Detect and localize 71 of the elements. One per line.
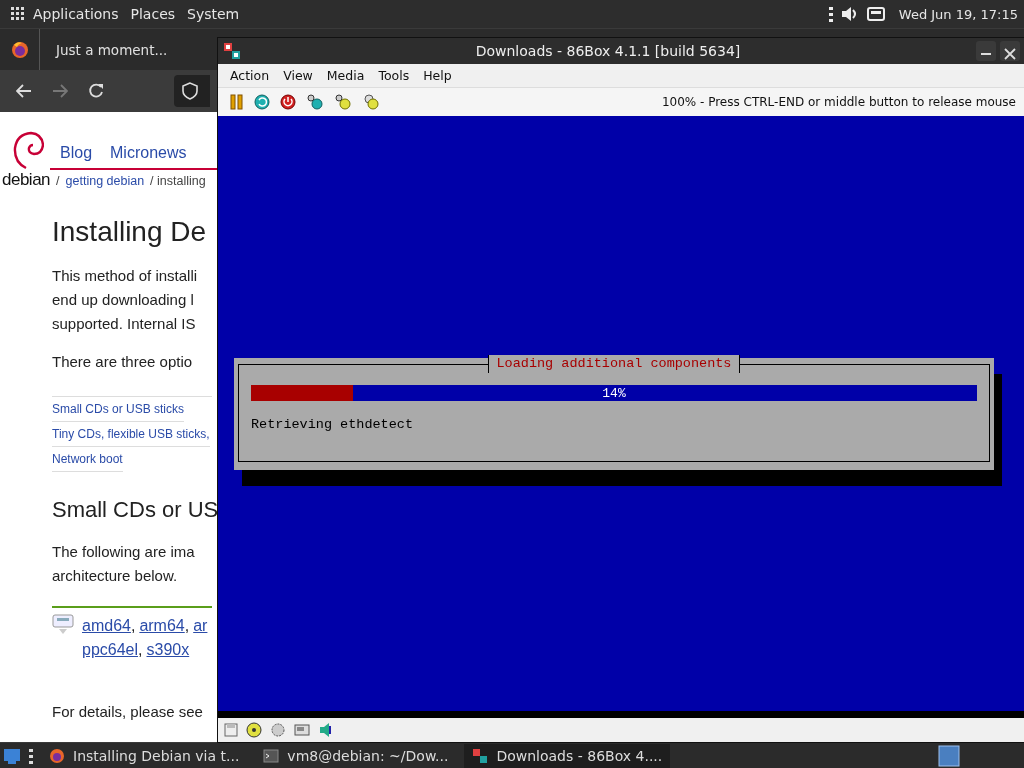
paragraph-line: This method of installi xyxy=(52,266,198,286)
close-icon xyxy=(1004,48,1016,60)
window-title: Downloads - 86Box 4.1.1 [build 5634] xyxy=(474,43,742,59)
volume-icon[interactable] xyxy=(840,6,859,22)
architecture-link[interactable]: amd64 xyxy=(82,617,131,634)
breadcrumb-link[interactable]: getting debian xyxy=(65,174,145,188)
menu-item[interactable]: Tools xyxy=(378,68,410,83)
apps-grid-icon[interactable] xyxy=(11,7,25,21)
taskbar-button[interactable]: Installing Debian via t... xyxy=(41,743,248,768)
status-message: 100% - Press CTRL-END or middle button to release mouse xyxy=(661,95,1016,109)
nav-link[interactable]: Micronews xyxy=(110,144,187,162)
address-bar[interactable] xyxy=(174,75,210,107)
panel-menu[interactable]: Places xyxy=(130,6,176,22)
toc-link[interactable]: Network boot xyxy=(52,447,123,472)
architecture-link[interactable]: ppc64el xyxy=(82,641,139,658)
paragraph-line: supported. Internal IS xyxy=(52,314,197,334)
firefox-icon xyxy=(49,747,65,764)
desktop-icon[interactable] xyxy=(3,747,21,764)
panel-menu[interactable]: Applications xyxy=(33,6,119,22)
panel-menu[interactable]: System xyxy=(187,6,240,22)
more-icon[interactable] xyxy=(29,747,33,764)
dialog-title: Loading additional components xyxy=(487,355,741,373)
minimize-button[interactable] xyxy=(976,41,996,61)
page-heading: Installing De xyxy=(52,215,207,249)
paragraph-line: The following are ima xyxy=(52,542,195,562)
breadcrumb-text: / installing xyxy=(150,174,206,188)
shield-icon[interactable] xyxy=(182,82,198,100)
speaker-icon[interactable] xyxy=(318,722,334,738)
clock[interactable]: Wed Jun 19, 17:15 xyxy=(898,6,1018,22)
paragraph: For details, please see xyxy=(52,702,203,722)
architecture-link[interactable]: s390x xyxy=(146,641,190,658)
more-icon[interactable] xyxy=(828,6,833,22)
architecture-link[interactable]: arm64 xyxy=(139,617,185,634)
terminal-icon xyxy=(263,747,280,764)
firefox-icon[interactable] xyxy=(11,40,29,59)
reload-icon[interactable] xyxy=(88,83,104,99)
paragraph-line: architecture below. xyxy=(52,566,179,586)
back-icon[interactable] xyxy=(16,84,32,98)
progress-reading: 14% xyxy=(602,385,626,401)
taskbar-button[interactable]: vm8@debian: ~/Dow... xyxy=(255,743,457,768)
section-heading: Small CDs or US xyxy=(52,496,219,524)
toc-link[interactable]: Tiny CDs, flexible USB sticks, xyxy=(52,422,210,447)
app-logo-icon xyxy=(472,747,489,764)
power-icon[interactable] xyxy=(280,94,296,110)
close-button[interactable] xyxy=(1000,41,1020,61)
cd-icon[interactable] xyxy=(246,722,262,738)
taskbar-button[interactable]: Downloads - 86Box 4.... xyxy=(464,743,671,768)
workspace-icon[interactable] xyxy=(938,744,960,767)
menu-item[interactable]: Media xyxy=(326,68,365,83)
browser-tab[interactable]: Just a moment... xyxy=(48,41,176,58)
menu-item[interactable]: Help xyxy=(423,68,452,83)
status-text: Retrieving ethdetect xyxy=(251,417,415,432)
menu-item[interactable]: Action xyxy=(230,68,270,83)
app-logo-icon[interactable] xyxy=(224,43,240,59)
separator-text: , xyxy=(184,617,190,634)
architecture-link[interactable]: ar xyxy=(193,617,208,634)
reset-icon[interactable] xyxy=(254,94,270,110)
download-icon xyxy=(52,614,74,636)
forward-icon[interactable] xyxy=(52,84,68,98)
pause-icon[interactable] xyxy=(230,94,244,110)
separator-text: , xyxy=(130,617,136,634)
minimize-icon xyxy=(981,53,991,55)
menu-item[interactable]: View xyxy=(283,68,313,83)
paragraph-line: end up downloading l xyxy=(52,290,195,310)
nav-link[interactable]: Blog xyxy=(60,144,93,162)
paragraph: There are three optio xyxy=(52,352,193,372)
separator-text: , xyxy=(138,641,143,658)
breadcrumb-text: / xyxy=(56,174,60,188)
network-icon[interactable] xyxy=(866,7,885,21)
site-name[interactable]: debian xyxy=(2,170,51,190)
toc-link[interactable]: Small CDs or USB sticks xyxy=(52,397,185,422)
